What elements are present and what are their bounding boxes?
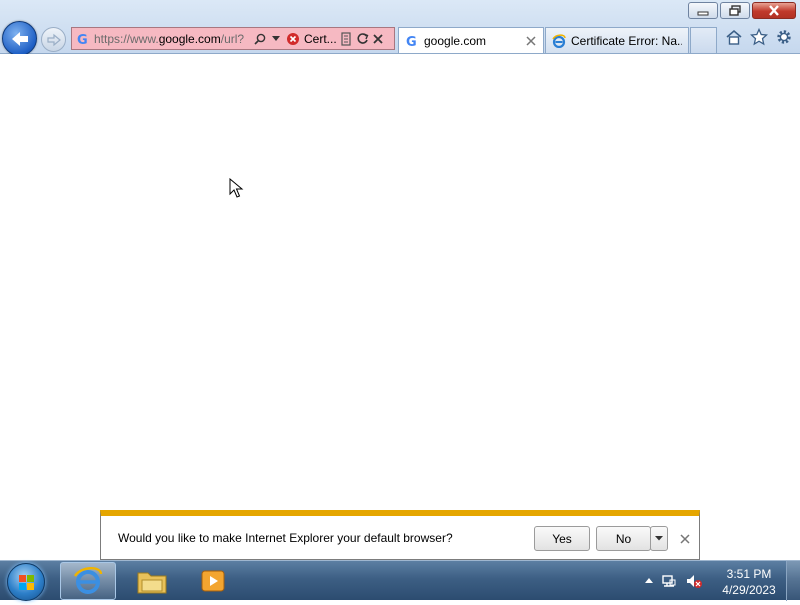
- page-content: [0, 54, 800, 559]
- mouse-cursor-icon: [229, 178, 244, 198]
- taskbar-windows-explorer[interactable]: [124, 562, 180, 600]
- ie-icon: [73, 567, 103, 594]
- home-icon[interactable]: [724, 27, 744, 47]
- certificate-error-button[interactable]: Cert...: [286, 32, 338, 46]
- tab-label: Certificate Error: Na...: [571, 33, 682, 48]
- back-arrow-icon: [11, 31, 28, 46]
- command-icons: [724, 27, 794, 47]
- tab-close-icon[interactable]: [525, 35, 537, 47]
- default-browser-notification: Would you like to make Internet Explorer…: [100, 510, 700, 560]
- taskbar: 3:51 PM 4/29/2023: [0, 560, 800, 601]
- tab-label: google.com: [424, 33, 487, 48]
- taskbar-media-player[interactable]: [186, 562, 242, 600]
- search-icon[interactable]: [253, 28, 267, 49]
- start-button[interactable]: [7, 563, 45, 601]
- folder-icon: [137, 572, 167, 594]
- google-g-icon: G: [406, 35, 417, 48]
- certificate-error-label: Cert...: [304, 31, 337, 46]
- notification-message: Would you like to make Internet Explorer…: [118, 531, 453, 545]
- show-hidden-icons-icon[interactable]: [645, 578, 653, 584]
- favorites-star-icon[interactable]: [749, 27, 769, 47]
- shield-error-icon: [287, 32, 299, 45]
- windows-logo-icon: [19, 575, 34, 590]
- minimize-button[interactable]: [688, 2, 718, 19]
- no-options-dropdown[interactable]: [650, 526, 668, 551]
- google-favicon-icon: G: [72, 28, 94, 49]
- forward-button[interactable]: [41, 27, 66, 52]
- clock-time: 3:51 PM: [726, 567, 772, 581]
- network-icon[interactable]: [661, 573, 677, 589]
- window-controls: [688, 2, 796, 19]
- show-desktop-button[interactable]: [786, 561, 800, 601]
- yes-button[interactable]: Yes: [534, 526, 590, 551]
- chevron-down-icon: [655, 536, 663, 541]
- new-tab-button[interactable]: [690, 27, 717, 53]
- minimize-icon: [697, 11, 709, 15]
- taskbar-clock[interactable]: 3:51 PM 4/29/2023: [715, 566, 783, 598]
- notification-close-icon[interactable]: [679, 533, 691, 545]
- media-player-icon: [201, 570, 225, 592]
- compatibility-view-icon[interactable]: [339, 28, 353, 49]
- back-button[interactable]: [2, 21, 37, 56]
- clock-date: 4/29/2023: [722, 583, 776, 597]
- refresh-icon[interactable]: [355, 28, 369, 49]
- system-tray: [645, 573, 703, 589]
- no-button[interactable]: No: [596, 526, 651, 551]
- browser-chrome: G https://www.google.com/url? Cert... G …: [0, 0, 800, 56]
- restore-icon: [729, 5, 741, 16]
- svg-text:G: G: [406, 35, 417, 48]
- tab-certificate-error[interactable]: Certificate Error: Na...: [545, 27, 689, 53]
- address-url[interactable]: https://www.google.com/url?: [94, 32, 252, 46]
- volume-muted-icon[interactable]: [685, 573, 703, 589]
- ie-icon: [552, 33, 566, 48]
- stop-icon[interactable]: [371, 28, 385, 49]
- tab-google[interactable]: G google.com: [398, 27, 544, 53]
- forward-arrow-icon: [46, 33, 61, 46]
- svg-text:G: G: [77, 33, 88, 46]
- chevron-down-icon[interactable]: [269, 28, 283, 49]
- close-icon: [769, 5, 779, 16]
- gear-icon[interactable]: [774, 27, 794, 47]
- restore-button[interactable]: [720, 2, 750, 19]
- close-window-button[interactable]: [752, 2, 796, 19]
- taskbar-internet-explorer[interactable]: [60, 562, 116, 600]
- address-bar[interactable]: G https://www.google.com/url? Cert...: [71, 27, 395, 50]
